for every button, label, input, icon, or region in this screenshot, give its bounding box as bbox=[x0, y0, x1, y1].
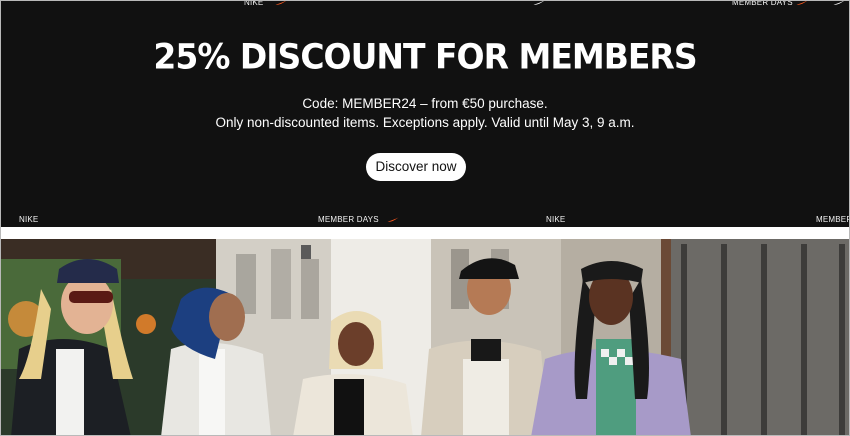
member-promo-banner: NIKE MEMBER DAYS 25% DISCOUNT FOR MEMBER… bbox=[1, 1, 849, 227]
ticker-campaign-label: MEMBER DAYS bbox=[318, 215, 379, 224]
swoosh-icon bbox=[275, 1, 286, 5]
hero-street-photo bbox=[1, 239, 849, 435]
swoosh-icon bbox=[533, 1, 544, 5]
ticker-brand-label: NIKE bbox=[19, 215, 39, 224]
promo-code-line: Code: MEMBER24 – from €50 purchase. bbox=[302, 96, 548, 111]
swoosh-icon bbox=[833, 1, 844, 5]
ticker-top: NIKE MEMBER DAYS bbox=[1, 0, 849, 9]
discover-now-button[interactable]: Discover now bbox=[366, 153, 466, 181]
ticker-brand-label: NIKE bbox=[546, 215, 566, 224]
ticker-campaign-label: MEMBER DAYS bbox=[816, 215, 849, 224]
swoosh-icon bbox=[796, 1, 807, 5]
promo-terms-line: Only non-discounted items. Exceptions ap… bbox=[215, 115, 635, 130]
page-frame: NIKE MEMBER DAYS 25% DISCOUNT FOR MEMBER… bbox=[0, 0, 850, 436]
ticker-campaign-label: MEMBER DAYS bbox=[732, 0, 793, 7]
swoosh-icon bbox=[387, 217, 399, 222]
ticker-bottom: NIKE MEMBER DAYS NIKE MEMBER DAYS bbox=[1, 214, 849, 226]
ticker-brand-label: NIKE bbox=[244, 0, 264, 7]
hero-image[interactable] bbox=[1, 239, 849, 435]
promo-headline: 25% DISCOUNT FOR MEMBERS bbox=[153, 36, 697, 77]
